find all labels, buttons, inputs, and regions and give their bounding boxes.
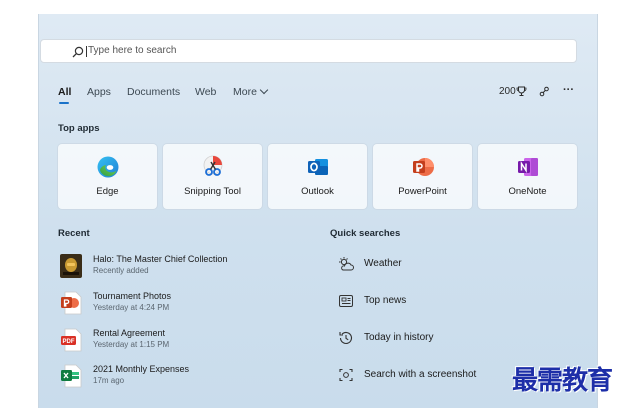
app-tile-label: Outlook: [301, 186, 334, 197]
search-box[interactable]: Type here to search: [40, 39, 577, 63]
news-icon: [339, 295, 353, 307]
quick-search-today-in-history[interactable]: Today in history: [338, 330, 578, 350]
search-icon: [72, 46, 84, 58]
text-cursor: [86, 46, 87, 57]
app-tile-outlook[interactable]: Outlook: [268, 144, 367, 209]
chevron-down-icon: [259, 85, 269, 95]
quick-search-label: Search with a screenshot: [364, 369, 477, 380]
tab-web[interactable]: Web: [195, 86, 216, 98]
quick-search-label: Today in history: [364, 332, 434, 343]
rewards-points[interactable]: 200: [499, 86, 516, 97]
pdf-file-icon: PDF: [61, 328, 82, 352]
halo-game-icon: [60, 254, 82, 278]
app-tile-powerpoint[interactable]: PowerPoint: [373, 144, 472, 209]
recent-item-detail: Yesterday at 1:15 PM: [93, 340, 170, 349]
svg-text:PDF: PDF: [63, 339, 75, 345]
tab-more[interactable]: More: [233, 85, 269, 98]
weather-icon: [339, 257, 354, 271]
app-tile-label: Snipping Tool: [184, 186, 241, 197]
watermark-logo: 最需教育: [512, 366, 613, 396]
recent-title: Recent: [58, 228, 90, 239]
quick-search-label: Top news: [364, 295, 407, 306]
tab-documents[interactable]: Documents: [127, 86, 180, 98]
recent-item-detail: Yesterday at 4:24 PM: [93, 303, 170, 312]
app-tile-onenote[interactable]: OneNote: [478, 144, 577, 209]
powerpoint-file-icon: [61, 291, 82, 315]
recent-item-monthly-expenses[interactable]: 2021 Monthly Expenses 17m ago: [60, 364, 310, 392]
tab-apps[interactable]: Apps: [87, 86, 111, 98]
excel-file-icon: [61, 364, 82, 388]
network-icon[interactable]: [539, 86, 550, 97]
outlook-icon: [308, 159, 328, 175]
active-tab-indicator: [59, 102, 69, 104]
recent-item-name: 2021 Monthly Expenses: [93, 364, 190, 374]
onenote-icon: [518, 158, 538, 176]
more-options-button[interactable]: ···: [563, 84, 574, 96]
powerpoint-icon: [413, 158, 434, 176]
recent-item-name: Rental Agreement: [93, 328, 166, 338]
recent-item-halo[interactable]: Halo: The Master Chief Collection Recent…: [60, 254, 310, 282]
recent-item-name: Tournament Photos: [93, 291, 172, 301]
quick-search-top-news[interactable]: Top news: [338, 293, 578, 313]
recent-item-tournament-photos[interactable]: Tournament Photos Yesterday at 4:24 PM: [60, 291, 310, 319]
search-placeholder: Type here to search: [88, 45, 177, 56]
edge-icon: [97, 156, 119, 178]
trophy-icon[interactable]: [516, 86, 527, 97]
tab-more-label: More: [233, 86, 257, 98]
quick-searches-title: Quick searches: [330, 228, 401, 239]
history-icon: [339, 331, 353, 344]
app-tile-label: PowerPoint: [398, 186, 447, 197]
app-tile-snipping-tool[interactable]: Snipping Tool: [163, 144, 262, 209]
app-tile-edge[interactable]: Edge: [58, 144, 157, 209]
recent-item-detail: 17m ago: [93, 376, 125, 385]
recent-item-rental-agreement[interactable]: PDF Rental Agreement Yesterday at 1:15 P…: [60, 328, 310, 356]
recent-item-name: Halo: The Master Chief Collection: [93, 254, 228, 264]
app-tile-label: OneNote: [508, 186, 547, 197]
tab-all[interactable]: All: [58, 86, 71, 98]
recent-item-detail: Recently added: [93, 266, 149, 275]
snipping-tool-icon: [203, 155, 223, 176]
app-tile-label: Edge: [96, 186, 119, 197]
screenshot-icon: [339, 368, 353, 382]
quick-search-label: Weather: [364, 258, 402, 269]
quick-search-weather[interactable]: Weather: [338, 256, 578, 276]
top-apps-title: Top apps: [58, 123, 100, 134]
